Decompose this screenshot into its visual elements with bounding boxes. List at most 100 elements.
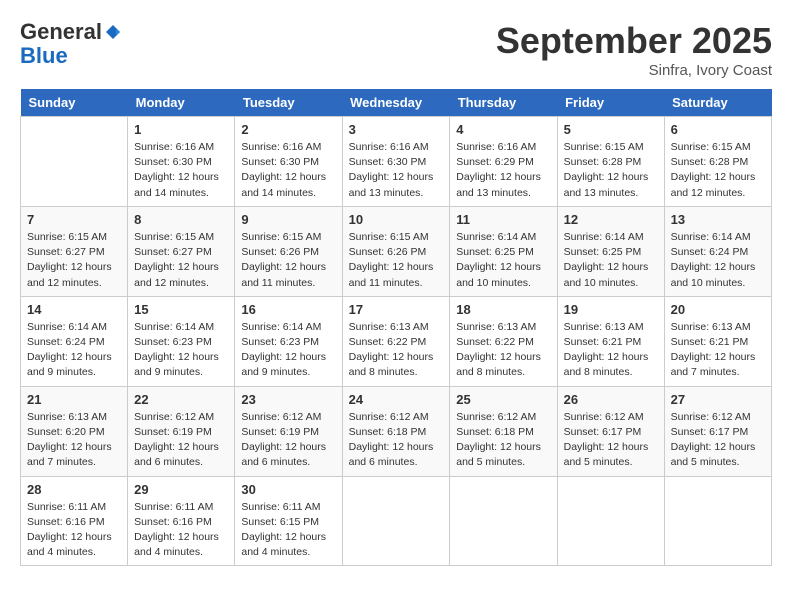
day-info: Sunrise: 6:12 AM Sunset: 6:19 PM Dayligh… [241, 410, 335, 471]
day-number: 24 [349, 392, 444, 407]
day-cell [664, 476, 771, 566]
day-number: 12 [564, 212, 658, 227]
day-cell: 10Sunrise: 6:15 AM Sunset: 6:26 PM Dayli… [342, 206, 450, 296]
day-cell: 1Sunrise: 6:16 AM Sunset: 6:30 PM Daylig… [128, 117, 235, 207]
day-info: Sunrise: 6:14 AM Sunset: 6:24 PM Dayligh… [671, 230, 765, 291]
day-cell: 22Sunrise: 6:12 AM Sunset: 6:19 PM Dayli… [128, 386, 235, 476]
day-number: 17 [349, 302, 444, 317]
day-number: 28 [27, 482, 121, 497]
logo-blue-text: Blue [20, 44, 122, 68]
day-cell: 3 Sunrise: 6:16 AM Sunset: 6:30 PM Daylig… [342, 117, 450, 207]
day-number: 13 [671, 212, 765, 227]
page-header: General Blue September 2025 Sinfra, Ivor… [20, 20, 772, 79]
day-info: Sunrise: 6:14 AM Sunset: 6:23 PM Dayligh… [134, 320, 228, 381]
day-number: 18 [456, 302, 550, 317]
weekday-friday: Friday [557, 89, 664, 117]
day-cell: 29Sunrise: 6:11 AM Sunset: 6:16 PM Dayli… [128, 476, 235, 566]
day-cell: 13 Sunrise: 6:14 AM Sunset: 6:24 PM Dayli… [664, 206, 771, 296]
week-row-3: 14 Sunrise: 6:14 AM Sunset: 6:24 PM Dayli… [21, 296, 772, 386]
day-number: 26 [564, 392, 658, 407]
day-info: Sunrise: 6:13 AM Sunset: 6:20 PM Dayligh… [27, 410, 121, 471]
day-number: 11 [456, 212, 550, 227]
weekday-tuesday: Tuesday [235, 89, 342, 117]
day-cell: 2 Sunrise: 6:16 AM Sunset: 6:30 PM Daylig… [235, 117, 342, 207]
day-cell: 14 Sunrise: 6:14 AM Sunset: 6:24 PM Dayli… [21, 296, 128, 386]
day-info: Sunrise: 6:14 AM Sunset: 6:24 PM Dayligh… [27, 320, 121, 381]
day-info: Sunrise: 6:12 AM Sunset: 6:18 PM Dayligh… [349, 410, 444, 471]
day-number: 21 [27, 392, 121, 407]
day-number: 25 [456, 392, 550, 407]
day-cell: 18 Sunrise: 6:13 AM Sunset: 6:22 PM Dayli… [450, 296, 557, 386]
day-number: 20 [671, 302, 765, 317]
day-cell: 5Sunrise: 6:15 AM Sunset: 6:28 PM Daylig… [557, 117, 664, 207]
location-subtitle: Sinfra, Ivory Coast [496, 62, 772, 79]
day-number: 6 [671, 122, 765, 137]
day-info: Sunrise: 6:13 AM Sunset: 6:22 PM Dayligh… [456, 320, 550, 381]
weekday-saturday: Saturday [664, 89, 771, 117]
day-info: Sunrise: 6:12 AM Sunset: 6:17 PM Dayligh… [564, 410, 658, 471]
day-cell: 21 Sunrise: 6:13 AM Sunset: 6:20 PM Dayli… [21, 386, 128, 476]
day-number: 29 [134, 482, 228, 497]
day-number: 30 [241, 482, 335, 497]
day-number: 10 [349, 212, 444, 227]
weekday-sunday: Sunday [21, 89, 128, 117]
weekday-header-row: SundayMondayTuesdayWednesdayThursdayFrid… [21, 89, 772, 117]
day-info: Sunrise: 6:13 AM Sunset: 6:22 PM Dayligh… [349, 320, 444, 381]
logo: General Blue [20, 20, 122, 68]
day-number: 3 [349, 122, 444, 137]
day-number: 23 [241, 392, 335, 407]
day-cell: 4Sunrise: 6:16 AM Sunset: 6:29 PM Daylig… [450, 117, 557, 207]
day-cell: 7 Sunrise: 6:15 AM Sunset: 6:27 PM Daylig… [21, 206, 128, 296]
day-info: Sunrise: 6:11 AM Sunset: 6:16 PM Dayligh… [27, 500, 121, 561]
day-cell: 6Sunrise: 6:15 AM Sunset: 6:28 PM Daylig… [664, 117, 771, 207]
day-cell [21, 117, 128, 207]
day-info: Sunrise: 6:13 AM Sunset: 6:21 PM Dayligh… [671, 320, 765, 381]
week-row-1: 1Sunrise: 6:16 AM Sunset: 6:30 PM Daylig… [21, 117, 772, 207]
calendar-table: SundayMondayTuesdayWednesdayThursdayFrid… [20, 89, 772, 566]
day-cell: 30 Sunrise: 6:11 AM Sunset: 6:15 PM Dayli… [235, 476, 342, 566]
calendar-body: 1Sunrise: 6:16 AM Sunset: 6:30 PM Daylig… [21, 117, 772, 566]
day-info: Sunrise: 6:14 AM Sunset: 6:25 PM Dayligh… [456, 230, 550, 291]
day-cell: 16Sunrise: 6:14 AM Sunset: 6:23 PM Dayli… [235, 296, 342, 386]
day-cell [342, 476, 450, 566]
day-number: 9 [241, 212, 335, 227]
day-cell: 11 Sunrise: 6:14 AM Sunset: 6:25 PM Dayli… [450, 206, 557, 296]
day-info: Sunrise: 6:16 AM Sunset: 6:30 PM Dayligh… [241, 140, 335, 201]
day-number: 15 [134, 302, 228, 317]
day-info: Sunrise: 6:15 AM Sunset: 6:28 PM Dayligh… [564, 140, 658, 201]
day-cell: 26 Sunrise: 6:12 AM Sunset: 6:17 PM Dayli… [557, 386, 664, 476]
day-info: Sunrise: 6:16 AM Sunset: 6:30 PM Dayligh… [134, 140, 228, 201]
day-info: Sunrise: 6:16 AM Sunset: 6:30 PM Dayligh… [349, 140, 444, 201]
day-cell: 19Sunrise: 6:13 AM Sunset: 6:21 PM Dayli… [557, 296, 664, 386]
day-info: Sunrise: 6:12 AM Sunset: 6:17 PM Dayligh… [671, 410, 765, 471]
logo-icon [104, 23, 122, 41]
month-title: September 2025 [496, 20, 772, 62]
day-cell: 25 Sunrise: 6:12 AM Sunset: 6:18 PM Dayli… [450, 386, 557, 476]
day-info: Sunrise: 6:15 AM Sunset: 6:27 PM Dayligh… [27, 230, 121, 291]
day-cell: 9 Sunrise: 6:15 AM Sunset: 6:26 PM Daylig… [235, 206, 342, 296]
day-info: Sunrise: 6:15 AM Sunset: 6:27 PM Dayligh… [134, 230, 228, 291]
day-cell: 28 Sunrise: 6:11 AM Sunset: 6:16 PM Dayli… [21, 476, 128, 566]
day-info: Sunrise: 6:11 AM Sunset: 6:15 PM Dayligh… [241, 500, 335, 561]
day-number: 14 [27, 302, 121, 317]
weekday-thursday: Thursday [450, 89, 557, 117]
day-cell: 15 Sunrise: 6:14 AM Sunset: 6:23 PM Dayli… [128, 296, 235, 386]
day-cell [557, 476, 664, 566]
day-info: Sunrise: 6:14 AM Sunset: 6:25 PM Dayligh… [564, 230, 658, 291]
day-cell: 24 Sunrise: 6:12 AM Sunset: 6:18 PM Dayli… [342, 386, 450, 476]
day-info: Sunrise: 6:14 AM Sunset: 6:23 PM Dayligh… [241, 320, 335, 381]
day-number: 7 [27, 212, 121, 227]
logo-general-text: General [20, 20, 102, 44]
day-number: 2 [241, 122, 335, 137]
day-number: 8 [134, 212, 228, 227]
day-cell: 8 Sunrise: 6:15 AM Sunset: 6:27 PM Daylig… [128, 206, 235, 296]
day-cell: 27Sunrise: 6:12 AM Sunset: 6:17 PM Dayli… [664, 386, 771, 476]
day-info: Sunrise: 6:15 AM Sunset: 6:26 PM Dayligh… [241, 230, 335, 291]
day-info: Sunrise: 6:16 AM Sunset: 6:29 PM Dayligh… [456, 140, 550, 201]
day-cell: 23 Sunrise: 6:12 AM Sunset: 6:19 PM Dayli… [235, 386, 342, 476]
week-row-4: 21 Sunrise: 6:13 AM Sunset: 6:20 PM Dayli… [21, 386, 772, 476]
day-info: Sunrise: 6:12 AM Sunset: 6:18 PM Dayligh… [456, 410, 550, 471]
day-cell: 17 Sunrise: 6:13 AM Sunset: 6:22 PM Dayli… [342, 296, 450, 386]
day-cell [450, 476, 557, 566]
day-info: Sunrise: 6:13 AM Sunset: 6:21 PM Dayligh… [564, 320, 658, 381]
